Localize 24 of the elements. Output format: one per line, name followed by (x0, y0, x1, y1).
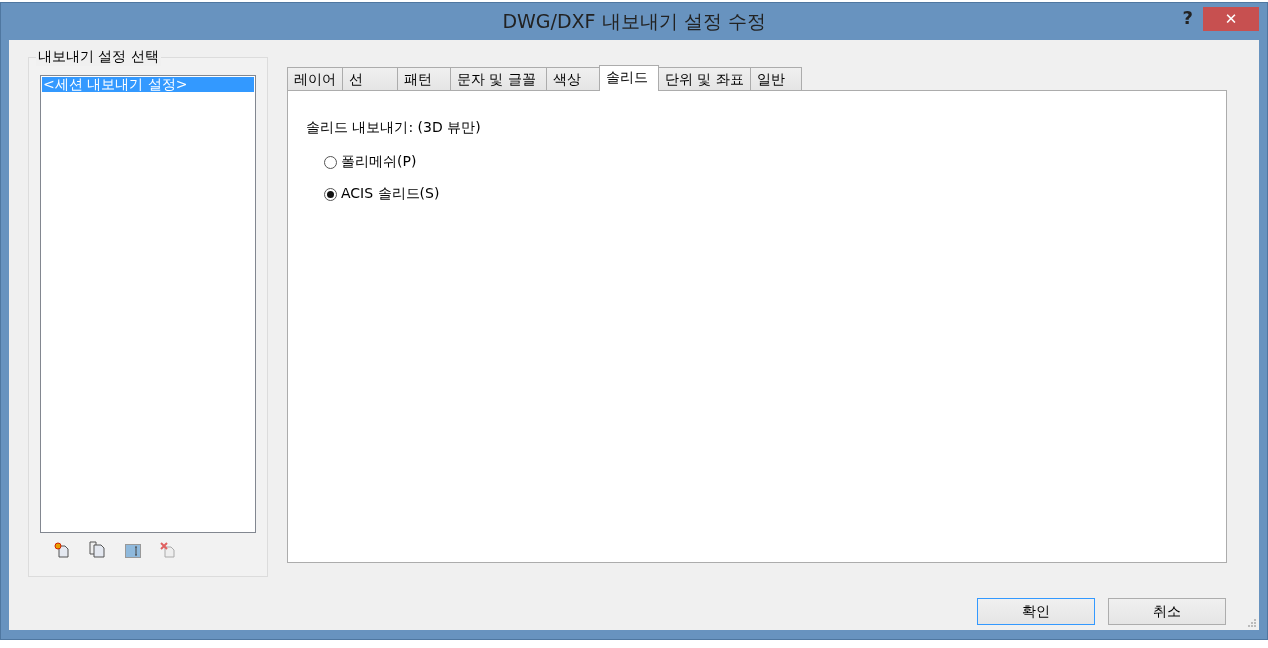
radio-option[interactable]: ACIS 솔리드(S) (306, 185, 1208, 203)
radio-button[interactable] (324, 155, 337, 169)
tab[interactable]: 문자 및 글꼴 (450, 67, 547, 90)
section-label: 솔리드 내보내기: (3D 뷰만) (306, 119, 482, 137)
tab[interactable]: 솔리드 (599, 65, 659, 91)
dialog-button[interactable]: 확인 (977, 598, 1095, 625)
copy-icon[interactable] (89, 541, 106, 558)
new-document-icon[interactable] (54, 542, 70, 558)
resize-grip-icon[interactable] (1247, 618, 1257, 628)
group-title: 내보내기 설정 선택 (36, 48, 161, 66)
radio-option[interactable]: 폴리메쉬(P) (306, 153, 1208, 171)
rename-icon[interactable] (125, 544, 141, 558)
tab[interactable]: 패턴 (397, 67, 451, 90)
tab[interactable]: 단위 및 좌표 (658, 67, 751, 90)
help-button[interactable]: ? (1182, 7, 1193, 28)
close-button[interactable]: ✕ (1203, 7, 1259, 31)
delete-document-icon[interactable] (160, 542, 176, 558)
window-title: DWG/DXF 내보내기 설정 수정 (502, 8, 766, 34)
tab[interactable]: 레이어 (287, 67, 343, 90)
tab[interactable]: 색상 (546, 67, 600, 90)
tab[interactable]: 선 (342, 67, 398, 90)
dialog-button[interactable]: 취소 (1108, 598, 1226, 625)
tab[interactable]: 일반 (750, 67, 802, 90)
radio-button[interactable] (324, 187, 337, 201)
